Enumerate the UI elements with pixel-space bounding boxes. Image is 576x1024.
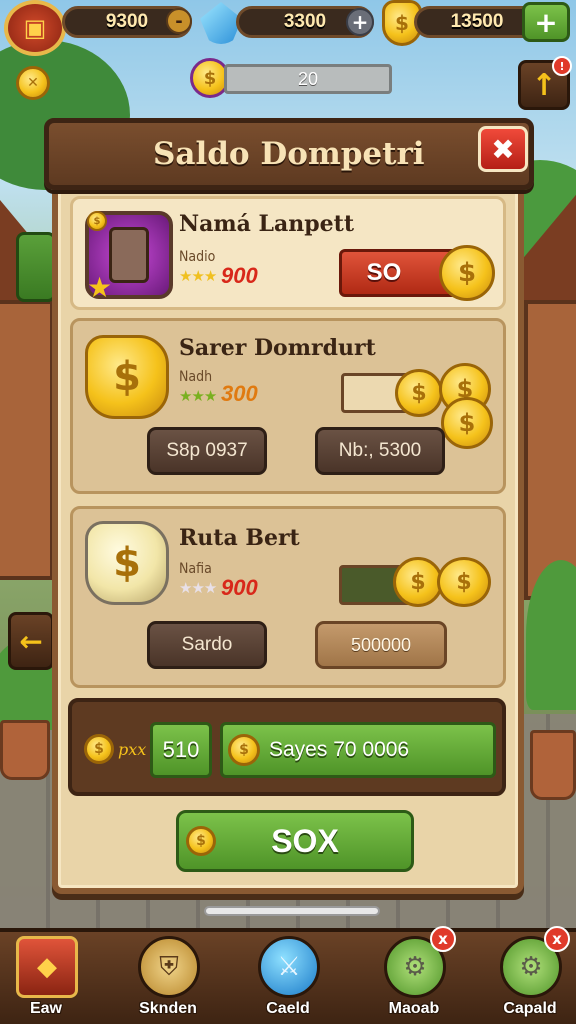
progress-coin-symbol: $ xyxy=(203,67,217,89)
card2-left-label: S8p 0937 xyxy=(166,440,248,461)
card3-coin-icon-1: $ xyxy=(393,557,443,607)
back-arrow-button[interactable]: ← xyxy=(8,612,54,670)
settings-coin-icon[interactable]: ✕ xyxy=(16,66,50,100)
nav-item-caeld[interactable]: ⚔ Caeld xyxy=(244,922,332,1018)
summary-coin-icon: $ xyxy=(84,734,114,764)
card1-star-icon: ★ xyxy=(87,271,113,304)
confirm-label: SOX xyxy=(271,822,339,859)
card3-coin-symbol-2: $ xyxy=(456,569,472,595)
summary-small-label: pxx xyxy=(118,740,147,759)
card2-coin-symbol-3: $ xyxy=(458,409,476,437)
chest-avatar-icon[interactable]: ▣ xyxy=(4,0,66,56)
gems-add-button[interactable]: + xyxy=(346,8,374,36)
gems-add-label: + xyxy=(351,10,369,34)
card3-coin-symbol-1: $ xyxy=(410,569,426,595)
confirm-coin-symbol: $ xyxy=(196,833,206,849)
card2-name: Sarer Domrdurt xyxy=(179,335,376,361)
card1-price-coin-icon: $ xyxy=(439,245,495,301)
item-card-3[interactable]: $ Ruta Bert Nafia ★★★ 900 $ $ Sardo 5000… xyxy=(70,506,506,688)
close-button[interactable]: ✖ xyxy=(478,126,528,172)
gold-bag-symbol: $ xyxy=(113,354,141,400)
card3-left-label: Sardo xyxy=(181,634,233,655)
gold-value: 9300 xyxy=(105,11,149,32)
card1-price-label: SO xyxy=(366,259,402,286)
home-indicator xyxy=(204,906,380,916)
sword-icon: ⚔ xyxy=(258,936,320,998)
summary-amount-button[interactable]: 510 xyxy=(150,722,212,778)
card2-stars: ★★★ xyxy=(179,387,217,405)
card2-sub: Nadh xyxy=(179,369,213,385)
coin-shield-symbol: $ xyxy=(395,11,409,35)
card3-right-button[interactable]: 500000 xyxy=(315,621,447,669)
card2-left-button[interactable]: S8p 0937 xyxy=(147,427,267,475)
close-icon: ✖ xyxy=(491,132,515,166)
nav-capald-badge-label: x xyxy=(552,930,562,948)
silver-bag-icon: $ xyxy=(85,521,169,605)
nav-item-eaw[interactable]: ◆ Eaw xyxy=(2,922,90,1018)
card3-rating: 900 xyxy=(221,575,258,600)
card1-price-coin-symbol: $ xyxy=(457,258,477,288)
nav-label-capald: Capald xyxy=(503,1000,557,1017)
coins-add-label: + xyxy=(534,5,558,39)
card1-small-coin-symbol: $ xyxy=(93,215,101,227)
nav-label-caeld: Caeld xyxy=(266,1000,310,1017)
summary-wide-label: Sayes 70 0006 xyxy=(269,738,410,761)
item-card-2[interactable]: $ Sarer Domrdurt Nadh ★★★ 300 $ $ $ S8p … xyxy=(70,318,506,494)
arrow-left-icon: ← xyxy=(19,624,43,658)
card3-sub: Nafia xyxy=(179,561,212,577)
card1-sub: Nadio xyxy=(179,249,216,265)
dialog-title-bar: Saldo Dompetri xyxy=(44,118,534,190)
summary-wide-coin-icon: $ xyxy=(228,734,260,766)
card2-coin-icon-3: $ xyxy=(441,397,493,449)
dialog-title: Saldo Dompetri xyxy=(153,136,425,172)
coins-value: 13500 xyxy=(450,11,504,32)
card3-stars: ★★★ xyxy=(179,579,217,597)
progress-value: 20 xyxy=(297,68,319,89)
item-card-1[interactable]: $ ★ Namá Lanpett Nadio ★★★ 900 SO $ xyxy=(70,196,506,310)
arrow-up-icon: ↑ xyxy=(531,67,557,103)
gold-minus-label: - xyxy=(175,10,183,32)
upgrade-alert-badge: ! xyxy=(552,56,572,76)
side-coin-button[interactable] xyxy=(16,232,56,302)
nav-label-eaw: Eaw xyxy=(29,1000,62,1017)
summary-wide-coin-symbol: $ xyxy=(239,742,249,758)
gold-minus-button[interactable]: - xyxy=(166,8,192,34)
silver-bag-symbol: $ xyxy=(113,540,141,586)
summary-amount: 510 xyxy=(162,737,200,762)
summary-coin-symbol: $ xyxy=(94,741,104,757)
summary-wide-button[interactable]: Sayes 70 0006 xyxy=(220,722,496,778)
card2-right-button[interactable]: Nb:, 5300 xyxy=(315,427,445,475)
nav-label-maoab: Maoab xyxy=(388,1000,440,1017)
nav-maoab-badge-label: x xyxy=(438,930,448,948)
gold-bag-icon: $ xyxy=(85,335,169,419)
card3-coin-icon-2: $ xyxy=(437,557,491,607)
nav-capald-badge: x xyxy=(544,926,570,952)
summary-row: $ pxx 510 Sayes 70 0006 $ xyxy=(68,698,506,796)
gems-value: 3300 xyxy=(283,11,327,32)
card3-left-button[interactable]: Sardo xyxy=(147,621,267,669)
progress-bar: 20 xyxy=(224,64,392,94)
card3-right-label: 500000 xyxy=(350,634,412,655)
card3-name: Ruta Bert xyxy=(179,525,300,551)
card2-right-label: Nb:, 5300 xyxy=(338,440,422,461)
card2-rating: 300 xyxy=(221,381,258,406)
card2-coin-symbol-1: $ xyxy=(411,380,427,406)
nav-label-sknden: Sknden xyxy=(139,1000,197,1017)
nav-maoab-badge: x xyxy=(430,926,456,952)
card1-stars: ★★★ xyxy=(179,267,217,285)
card1-rating: 900 xyxy=(221,263,258,288)
shield-icon: ⛨ xyxy=(138,936,200,998)
card1-small-coin-icon: $ xyxy=(87,211,107,231)
nav-item-sknden[interactable]: ⛨ Sknden xyxy=(124,922,212,1018)
coins-add-button[interactable]: + xyxy=(522,2,570,42)
confirm-coin-icon: $ xyxy=(186,826,216,856)
chest-icon: ◆ xyxy=(16,936,78,998)
card2-coin-icon-1: $ xyxy=(395,369,443,417)
card1-name: Namá Lanpett xyxy=(179,211,354,237)
alert-mark: ! xyxy=(559,59,565,73)
